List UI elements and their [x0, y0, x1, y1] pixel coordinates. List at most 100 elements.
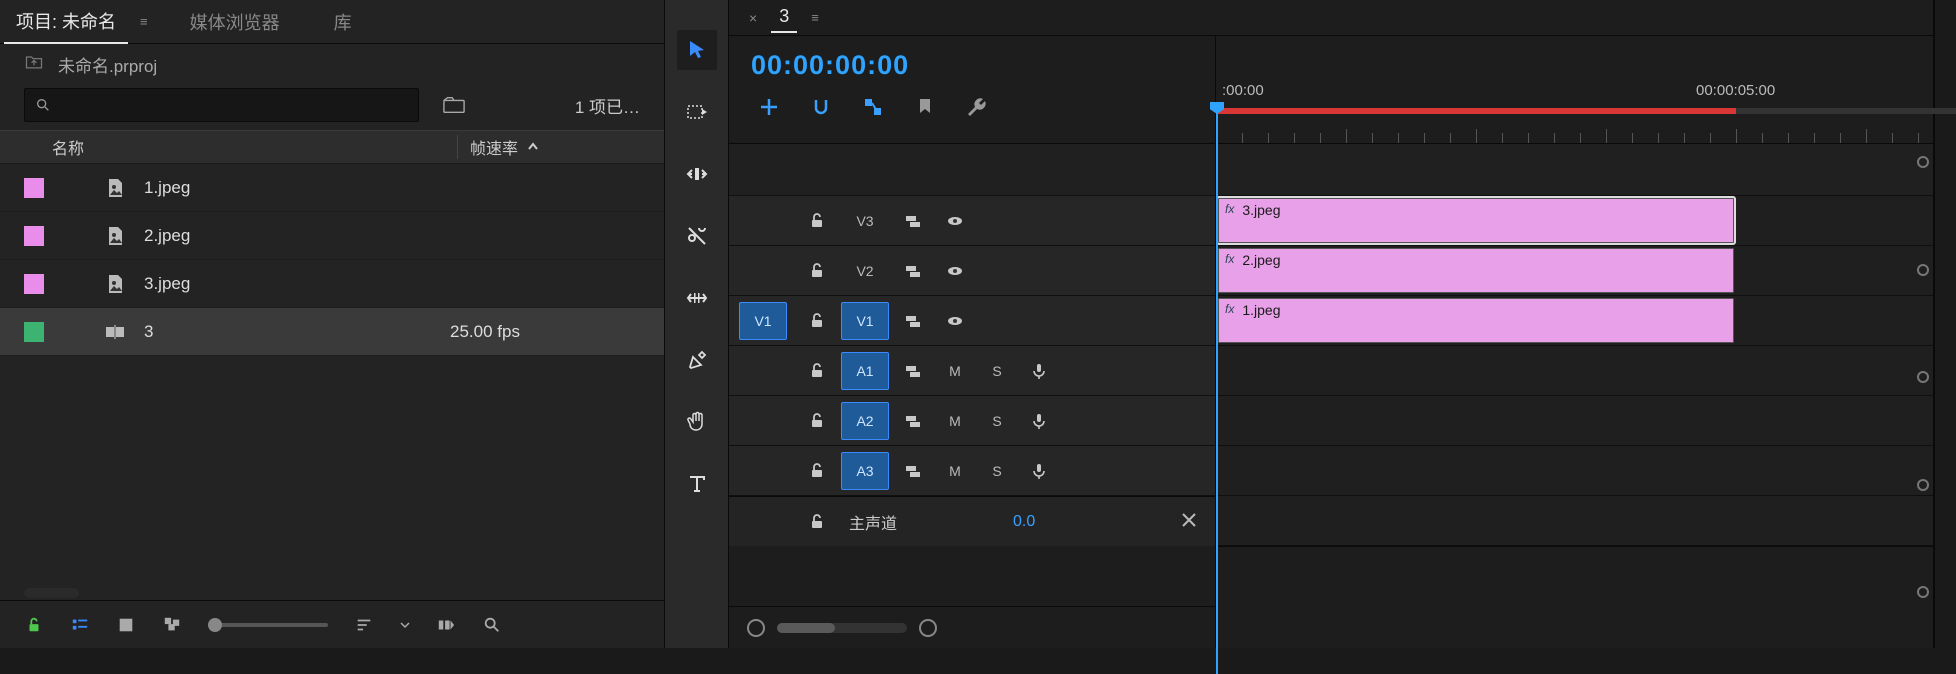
project-item-row[interactable]: 3.jpeg — [0, 260, 664, 308]
label-color-swatch[interactable] — [24, 274, 44, 294]
label-color-swatch[interactable] — [24, 178, 44, 198]
mute-button[interactable]: M — [937, 413, 973, 429]
hand-tool[interactable] — [677, 402, 717, 442]
solo-button[interactable]: S — [979, 363, 1015, 379]
icon-view-icon[interactable] — [116, 615, 136, 635]
freeform-view-icon[interactable] — [162, 615, 182, 635]
razor-tool[interactable] — [677, 216, 717, 256]
new-bin-icon[interactable] — [439, 92, 469, 118]
toggle-track-output-icon[interactable] — [937, 256, 973, 286]
project-tab-menu-icon[interactable]: ≡ — [140, 14, 148, 29]
sort-chevron-icon[interactable] — [400, 620, 410, 630]
track-lock-icon[interactable] — [799, 456, 835, 486]
tab-media-browser[interactable]: 媒体浏览器 — [178, 1, 292, 43]
voice-record-icon[interactable] — [1021, 356, 1057, 386]
snap-icon[interactable] — [809, 95, 833, 119]
track-lock-icon[interactable] — [799, 406, 835, 436]
sync-lock-icon[interactable] — [895, 206, 931, 236]
label-color-swatch[interactable] — [24, 226, 44, 246]
project-item-row[interactable]: 1.jpeg — [0, 164, 664, 212]
list-view-icon[interactable] — [70, 615, 90, 635]
audio-track-header[interactable]: A3 MS — [729, 446, 1215, 496]
sort-menu-icon[interactable] — [354, 615, 374, 635]
track-target[interactable]: A3 — [841, 452, 889, 490]
audio-track-lane[interactable] — [1216, 346, 1933, 396]
track-select-tool[interactable] — [677, 92, 717, 132]
fx-badge-icon[interactable]: fx — [1225, 302, 1234, 316]
search-input[interactable] — [24, 88, 419, 122]
folder-up-icon[interactable] — [24, 52, 44, 77]
voice-record-icon[interactable] — [1021, 406, 1057, 436]
channel-mix-icon[interactable] — [1179, 510, 1199, 533]
linked-selection-icon[interactable] — [861, 95, 885, 119]
track-target[interactable]: V3 — [841, 202, 889, 240]
column-header-name[interactable]: 名称 — [24, 135, 457, 159]
audio-track-lane[interactable] — [1216, 396, 1933, 446]
tab-project[interactable]: 项目: 未命名 — [4, 0, 128, 44]
fx-badge-icon[interactable]: fx — [1225, 252, 1234, 266]
write-enable-icon[interactable] — [24, 615, 44, 635]
track-lock-icon[interactable] — [799, 306, 835, 336]
zoom-handle-left[interactable] — [747, 619, 765, 637]
time-ruler[interactable]: :00:00 00:00:05:00 — [1216, 36, 1933, 144]
slip-tool[interactable] — [677, 278, 717, 318]
sequence-tab-close-icon[interactable]: × — [749, 10, 757, 26]
video-track-header[interactable]: V3 — [729, 196, 1215, 246]
track-lock-icon[interactable] — [799, 206, 835, 236]
selection-tool[interactable] — [677, 30, 717, 70]
track-target[interactable]: A2 — [841, 402, 889, 440]
toggle-track-output-icon[interactable] — [937, 206, 973, 236]
audio-track-header[interactable]: A1 MS — [729, 346, 1215, 396]
mute-button[interactable]: M — [937, 363, 973, 379]
panel-resize-handle[interactable] — [1934, 0, 1956, 648]
sync-lock-icon[interactable] — [895, 256, 931, 286]
fx-badge-icon[interactable]: fx — [1225, 202, 1234, 216]
sync-lock-icon[interactable] — [895, 406, 931, 436]
track-target[interactable]: V1 — [841, 302, 889, 340]
timeline-hscroll-right[interactable] — [1216, 546, 1933, 588]
insert-overwrite-icon[interactable] — [757, 95, 781, 119]
timeline-clip[interactable]: fx1.jpeg — [1218, 298, 1734, 343]
toggle-track-output-icon[interactable] — [937, 306, 973, 336]
project-horizontal-scrollbar[interactable] — [24, 588, 79, 598]
video-track-header[interactable]: V2 — [729, 246, 1215, 296]
label-color-swatch[interactable] — [24, 322, 44, 342]
solo-button[interactable]: S — [979, 413, 1015, 429]
track-target[interactable]: A1 — [841, 352, 889, 390]
timeline-clip[interactable]: fx3.jpeg — [1218, 198, 1734, 243]
find-icon[interactable] — [482, 615, 502, 635]
timeline-clip[interactable]: fx2.jpeg — [1218, 248, 1734, 293]
timeline-settings-icon[interactable] — [965, 95, 989, 119]
current-timecode[interactable]: 00:00:00:00 — [751, 50, 1193, 81]
audio-track-header[interactable]: A2 MS — [729, 396, 1215, 446]
source-patch[interactable]: V1 — [739, 302, 787, 340]
thumbnail-size-slider[interactable] — [208, 623, 328, 627]
video-track-lane[interactable]: fx1.jpeg — [1216, 296, 1933, 346]
sequence-tab-menu-icon[interactable]: ≡ — [811, 10, 819, 25]
sync-lock-icon[interactable] — [895, 356, 931, 386]
track-lock-icon[interactable] — [799, 507, 835, 537]
mute-button[interactable]: M — [937, 463, 973, 479]
tab-library[interactable]: 库 — [322, 1, 364, 43]
marker-icon[interactable] — [913, 95, 937, 119]
automate-to-sequence-icon[interactable] — [436, 615, 456, 635]
timeline-clip-area[interactable]: :00:00 00:00:05:00 fx3.jpeg fx2.jpeg fx1.j… — [1215, 36, 1933, 648]
sequence-tab[interactable]: 3 — [771, 2, 797, 33]
audio-track-lane[interactable] — [1216, 446, 1933, 496]
column-header-fps[interactable]: 帧速率 — [457, 135, 640, 159]
project-item-list[interactable]: 1.jpeg2.jpeg3.jpeg325.00 fps — [0, 164, 664, 584]
ripple-edit-tool[interactable] — [677, 154, 717, 194]
master-track-header[interactable]: 主声道0.0 — [729, 496, 1215, 546]
project-item-row[interactable]: 325.00 fps — [0, 308, 664, 356]
project-item-row[interactable]: 2.jpeg — [0, 212, 664, 260]
sync-lock-icon[interactable] — [895, 456, 931, 486]
sync-lock-icon[interactable] — [895, 306, 931, 336]
video-track-lane[interactable]: fx2.jpeg — [1216, 246, 1933, 296]
solo-button[interactable]: S — [979, 463, 1015, 479]
type-tool[interactable] — [677, 464, 717, 504]
master-volume-value[interactable]: 0.0 — [1013, 513, 1035, 531]
voice-record-icon[interactable] — [1021, 456, 1057, 486]
track-target[interactable]: V2 — [841, 252, 889, 290]
track-lock-icon[interactable] — [799, 256, 835, 286]
track-lock-icon[interactable] — [799, 356, 835, 386]
